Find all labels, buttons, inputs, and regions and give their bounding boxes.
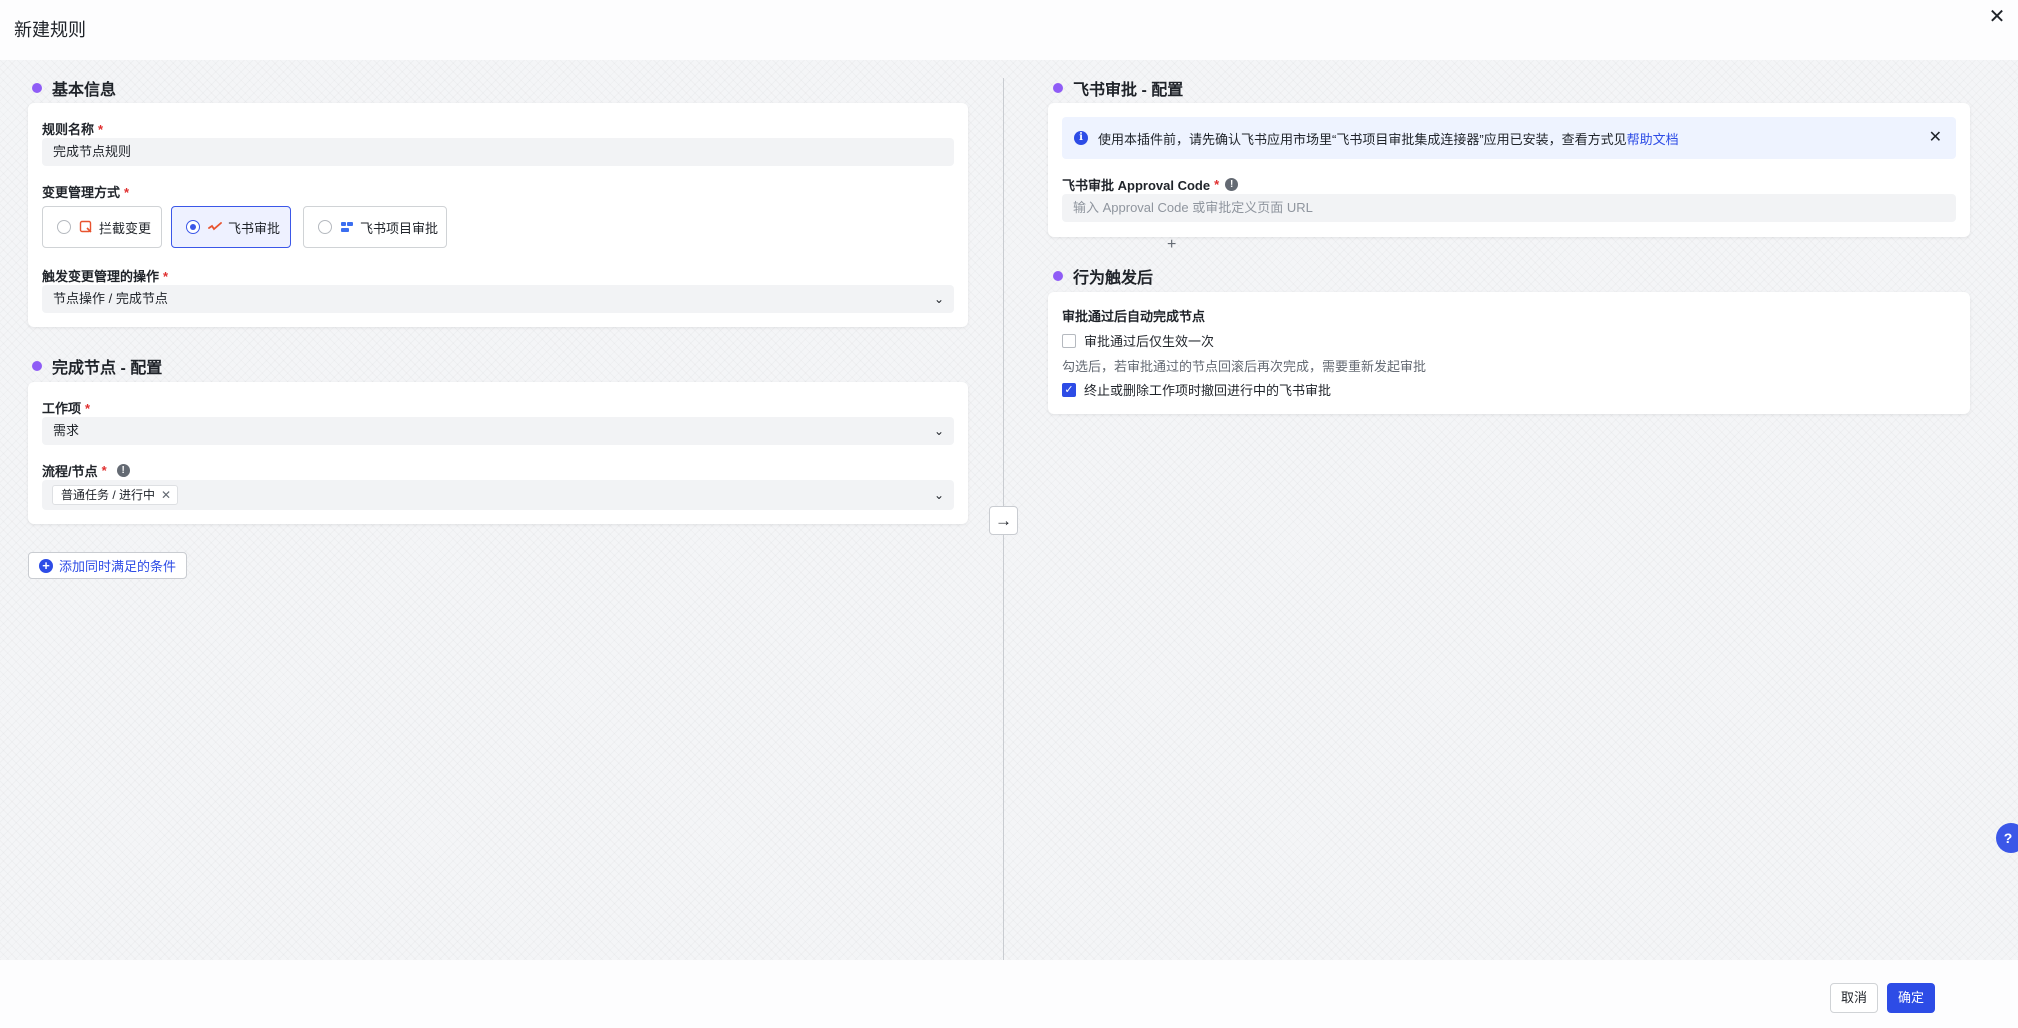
after-trigger-card: 审批通过后自动完成节点 审批通过后仅生效一次 勾选后，若审批通过的节点回滚后再次… xyxy=(1048,292,1970,414)
info-circle-icon: i xyxy=(1074,131,1088,145)
mode-option-feishu-project[interactable]: 飞书项目审批 xyxy=(303,206,447,248)
rule-name-label: 规则名称 * xyxy=(42,122,104,137)
after-trigger-title-text: 行为触发后 xyxy=(1073,270,1154,287)
checkbox-revoke-label: 终止或删除工作项时撤回进行中的飞书审批 xyxy=(1084,383,1332,398)
checkbox-once-row[interactable]: 审批通过后仅生效一次 xyxy=(1062,331,1214,350)
after-subtitle: 审批通过后自动完成节点 xyxy=(1062,309,1206,324)
basic-info-title: 基本信息 xyxy=(32,76,116,100)
trigger-select[interactable]: 节点操作 / 完成节点 ⌄ xyxy=(42,285,954,313)
complete-node-title-text: 完成节点 - 配置 xyxy=(52,360,163,377)
chevron-down-icon: ⌄ xyxy=(933,292,944,306)
feishu-approval-icon xyxy=(208,222,222,231)
arrow-right-icon[interactable]: → xyxy=(989,506,1018,535)
close-icon[interactable]: ✕ xyxy=(1929,127,1942,147)
trigger-select-value: 节点操作 / 完成节点 xyxy=(53,291,168,306)
radio-icon xyxy=(318,220,332,234)
radio-icon xyxy=(57,220,71,234)
after-trigger-title: 行为触发后 xyxy=(1053,264,1153,288)
mode-label: 变更管理方式 * xyxy=(42,185,130,200)
dialog-header: 新建规则 ✕ xyxy=(0,0,2018,60)
basic-info-card: 规则名称 * 完成节点规则 变更管理方式 * 拦截变更 飞书审批 飞书项目审批 … xyxy=(28,103,968,327)
rule-name-input[interactable]: 完成节点规则 xyxy=(42,138,954,166)
tag-remove-icon[interactable]: ✕ xyxy=(161,486,171,504)
checkbox-checked-icon[interactable]: ✓ xyxy=(1062,382,1076,397)
radio-checked-icon xyxy=(186,220,200,234)
section-dot-icon xyxy=(32,361,42,371)
plus-circle-icon: + xyxy=(39,558,53,573)
flow-select[interactable]: 普通任务 / 进行中 ✕ ⌄ xyxy=(42,480,954,510)
basic-info-title-text: 基本信息 xyxy=(52,82,117,99)
mode-option-label: 拦截变更 xyxy=(99,220,152,236)
mode-option-label: 飞书审批 xyxy=(228,220,281,236)
mode-option-label: 飞书项目审批 xyxy=(360,220,439,236)
checkbox-revoke-row[interactable]: ✓ 终止或删除工作项时撤回进行中的飞书审批 xyxy=(1062,380,1331,399)
mode-option-intercept[interactable]: 拦截变更 xyxy=(42,206,162,248)
cancel-button[interactable]: 取消 xyxy=(1830,983,1878,1013)
chevron-down-icon: ⌄ xyxy=(933,424,944,438)
add-condition-button[interactable]: + 添加同时满足的条件 xyxy=(28,552,188,579)
dialog-title: 新建规则 xyxy=(14,20,86,40)
workitem-label: 工作项 * xyxy=(42,401,91,416)
complete-node-title: 完成节点 - 配置 xyxy=(32,354,162,378)
help-doc-link[interactable]: 帮助文档 xyxy=(1627,129,1679,148)
info-icon[interactable]: ! xyxy=(1225,178,1239,191)
flow-label: 流程/节点 * ! xyxy=(42,461,130,480)
trigger-label: 触发变更管理的操作 * xyxy=(42,269,169,284)
complete-node-card: 工作项 * 需求 ⌄ 流程/节点 * ! 普通任务 / 进行中 ✕ ⌄ xyxy=(28,382,968,524)
workitem-select-value: 需求 xyxy=(53,423,80,438)
intercept-icon xyxy=(79,220,92,233)
help-question-icon[interactable]: ? xyxy=(1996,823,2018,853)
feishu-config-title-text: 飞书审批 - 配置 xyxy=(1073,82,1184,99)
checkbox-once-label: 审批通过后仅生效一次 xyxy=(1084,334,1215,349)
alert-text: 使用本插件前，请先确认飞书应用市场里“飞书项目审批集成连接器”应用已安装，查看方… xyxy=(1098,131,1627,147)
flow-tag-label: 普通任务 / 进行中 xyxy=(61,488,156,502)
approval-code-input[interactable]: 输入 Approval Code 或审批定义页面 URL xyxy=(1062,194,1956,222)
workitem-select[interactable]: 需求 ⌄ xyxy=(42,417,954,445)
add-condition-label: 添加同时满足的条件 xyxy=(59,559,177,574)
feishu-config-card: i 使用本插件前，请先确认飞书应用市场里“飞书项目审批集成连接器”应用已安装，查… xyxy=(1048,103,1970,237)
approval-code-label: 飞书审批 Approval Code * ! xyxy=(1062,175,1239,194)
checkbox-icon[interactable] xyxy=(1062,333,1076,348)
info-icon[interactable]: ! xyxy=(116,464,130,477)
feishu-config-title: 飞书审批 - 配置 xyxy=(1053,76,1183,100)
plus-icon[interactable]: + xyxy=(1167,236,1176,254)
info-alert: i 使用本插件前，请先确认飞书应用市场里“飞书项目审批集成连接器”应用已安装，查… xyxy=(1062,117,1956,159)
section-dot-icon xyxy=(32,83,42,93)
checkbox-hint: 勾选后，若审批通过的节点回滚后再次完成，需要重新发起审批 xyxy=(1062,359,1427,374)
feishu-project-icon xyxy=(341,222,353,232)
section-dot-icon xyxy=(1053,83,1063,93)
dialog-footer: 取消 确定 xyxy=(0,960,2018,1028)
mode-option-feishu-approval[interactable]: 飞书审批 xyxy=(171,206,291,248)
chevron-down-icon: ⌄ xyxy=(933,488,944,502)
confirm-button[interactable]: 确定 xyxy=(1887,983,1935,1013)
section-dot-icon xyxy=(1053,271,1063,281)
rule-canvas: 基本信息 规则名称 * 完成节点规则 变更管理方式 * 拦截变更 飞书审批 飞书… xyxy=(0,60,2018,960)
close-icon[interactable]: ✕ xyxy=(1986,6,2008,28)
approval-code-placeholder: 输入 Approval Code 或审批定义页面 URL xyxy=(1073,200,1313,215)
flow-tag: 普通任务 / 进行中 ✕ xyxy=(52,485,179,505)
